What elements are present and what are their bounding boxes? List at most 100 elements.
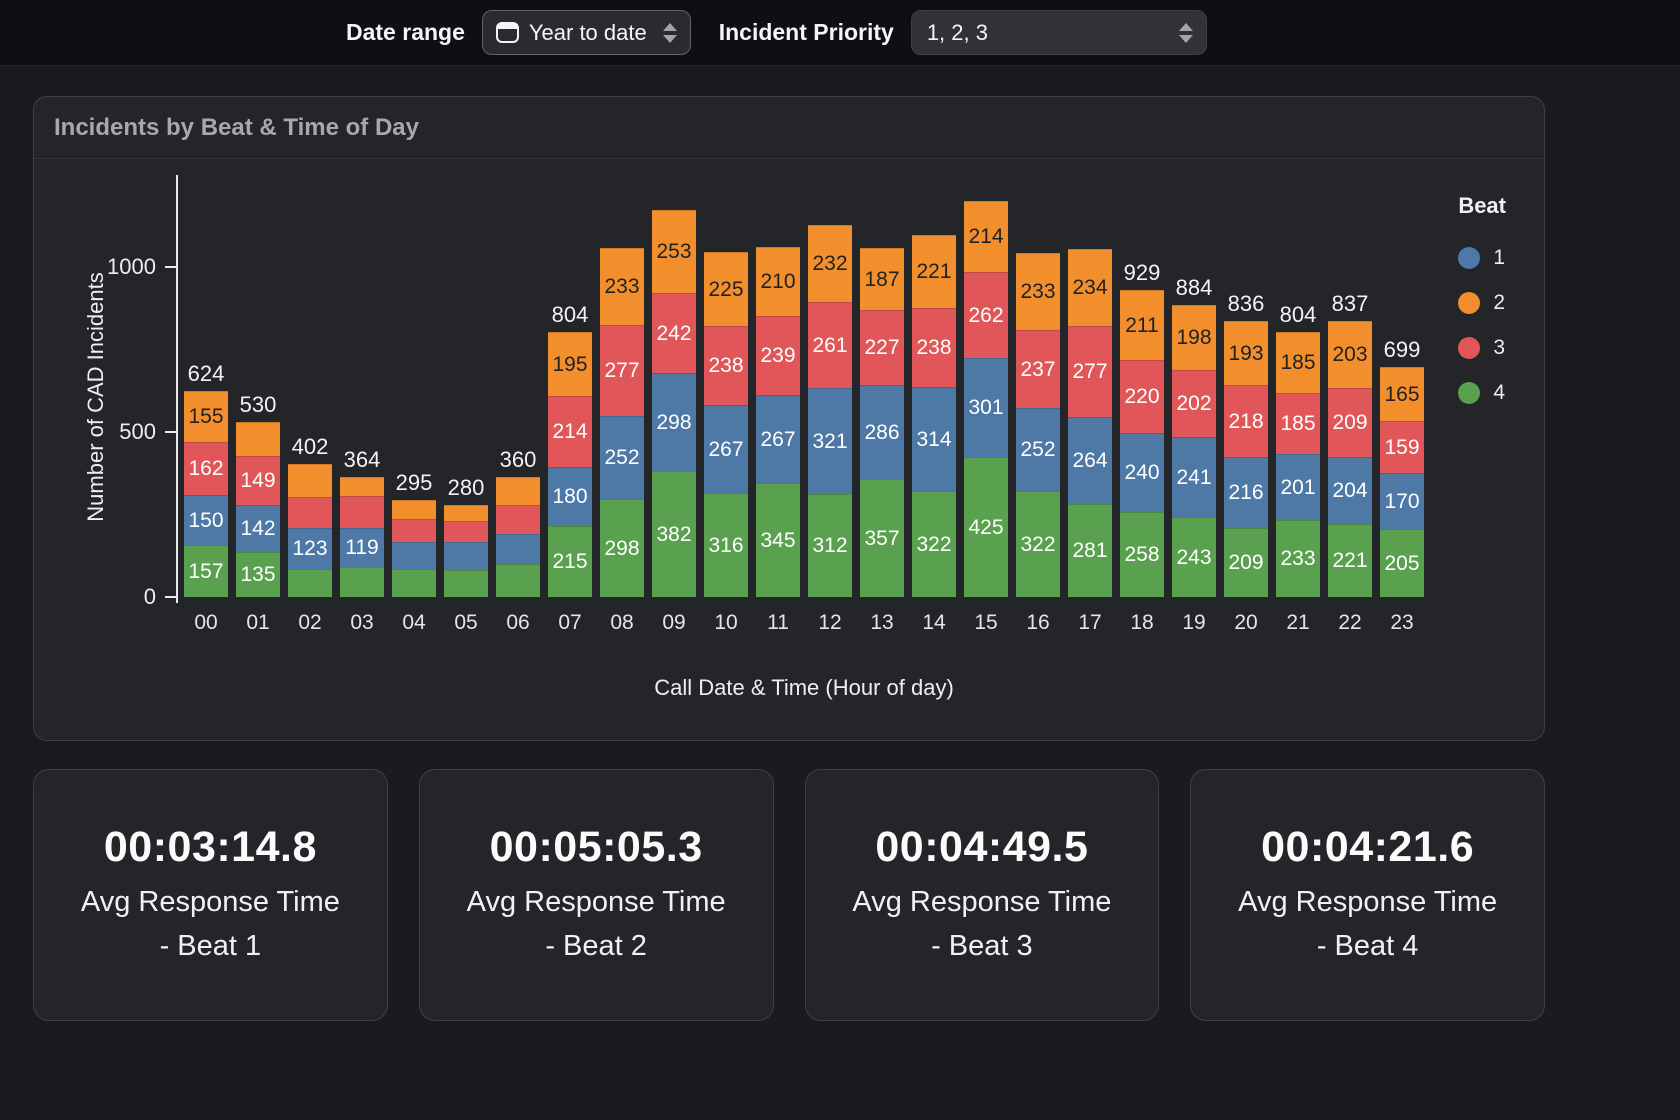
bar-segment-beat-2[interactable]: 210	[756, 247, 800, 316]
bar-segment-beat-1[interactable]: 201	[1276, 454, 1320, 520]
bar-segment-beat-2[interactable]: 185	[1276, 332, 1320, 393]
bar-segment-beat-2[interactable]	[444, 505, 488, 521]
bar-segment-beat-2[interactable]: 221	[912, 235, 956, 308]
bar-segment-beat-1[interactable]: 216	[1224, 457, 1268, 528]
bar-segment-beat-4[interactable]: 243	[1172, 517, 1216, 597]
bar-segment-beat-4[interactable]: 215	[548, 526, 592, 597]
bar-segment-beat-1[interactable]: 119	[340, 528, 384, 567]
bar-segment-beat-2[interactable]: 165	[1380, 367, 1424, 421]
bar-segment-beat-3[interactable]: 238	[912, 308, 956, 387]
bar-segment-beat-2[interactable]	[340, 477, 384, 496]
bar-segment-beat-1[interactable]	[496, 534, 540, 564]
legend-item-beat-2[interactable]: 2	[1458, 280, 1506, 325]
bar-segment-beat-2[interactable]: 195	[548, 332, 592, 396]
bar-segment-beat-3[interactable]: 227	[860, 310, 904, 385]
bar-segment-beat-1[interactable]: 180	[548, 467, 592, 526]
bar-segment-beat-1[interactable]: 252	[600, 416, 644, 499]
bar-segment-beat-2[interactable]: 233	[1016, 253, 1060, 330]
legend-item-beat-3[interactable]: 3	[1458, 325, 1506, 370]
bar-segment-beat-3[interactable]: 214	[548, 396, 592, 467]
bar-segment-beat-2[interactable]	[236, 422, 280, 456]
bar-segment-beat-4[interactable]: 209	[1224, 528, 1268, 597]
bar-segment-beat-4[interactable]: 221	[1328, 524, 1372, 597]
bar-segment-beat-1[interactable]: 241	[1172, 437, 1216, 517]
bar-segment-beat-1[interactable]: 170	[1380, 473, 1424, 529]
bar-segment-beat-2[interactable]: 198	[1172, 305, 1216, 370]
bar-segment-beat-4[interactable]: 157	[184, 545, 228, 597]
bar-segment-beat-1[interactable]: 252	[1016, 408, 1060, 491]
bar-segment-beat-3[interactable]	[288, 497, 332, 528]
bar-segment-beat-3[interactable]: 261	[808, 302, 852, 388]
bar-segment-beat-1[interactable]: 267	[756, 395, 800, 483]
bar-segment-beat-3[interactable]: 162	[184, 442, 228, 495]
bar-segment-beat-3[interactable]: 185	[1276, 393, 1320, 454]
bar-segment-beat-3[interactable]: 218	[1224, 385, 1268, 457]
bar-segment-beat-3[interactable]: 262	[964, 272, 1008, 358]
bar-segment-beat-2[interactable]: 214	[964, 201, 1008, 272]
bar-segment-beat-2[interactable]: 233	[600, 248, 644, 325]
bar-segment-beat-2[interactable]: 203	[1328, 321, 1372, 388]
bar-segment-beat-4[interactable]: 382	[652, 471, 696, 597]
bar-segment-beat-2[interactable]: 187	[860, 248, 904, 310]
bar-segment-beat-4[interactable]: 425	[964, 457, 1008, 597]
bar-segment-beat-1[interactable]	[444, 542, 488, 570]
bar-segment-beat-4[interactable]: 322	[1016, 491, 1060, 597]
legend-item-beat-4[interactable]: 4	[1458, 370, 1506, 415]
incident-priority-select[interactable]: 1, 2, 3	[911, 10, 1207, 55]
bar-segment-beat-2[interactable]	[288, 464, 332, 497]
bar-segment-beat-3[interactable]: 242	[652, 293, 696, 373]
bar-segment-beat-3[interactable]: 159	[1380, 421, 1424, 473]
bar-segment-beat-4[interactable]: 281	[1068, 504, 1112, 597]
bar-segment-beat-3[interactable]: 239	[756, 316, 800, 395]
bar-segment-beat-3[interactable]: 220	[1120, 360, 1164, 433]
bar-segment-beat-1[interactable]: 142	[236, 505, 280, 552]
bar-segment-beat-1[interactable]: 150	[184, 495, 228, 545]
bar-segment-beat-4[interactable]: 345	[756, 483, 800, 597]
bar-segment-beat-1[interactable]: 301	[964, 358, 1008, 457]
bar-segment-beat-4[interactable]: 322	[912, 491, 956, 597]
bar-segment-beat-3[interactable]: 277	[600, 325, 644, 416]
bar-segment-beat-2[interactable]	[496, 477, 540, 505]
bar-segment-beat-2[interactable]: 253	[652, 210, 696, 293]
bar-segment-beat-3[interactable]: 202	[1172, 370, 1216, 437]
bar-segment-beat-4[interactable]: 316	[704, 493, 748, 597]
bar-segment-beat-1[interactable]	[392, 542, 436, 569]
bar-segment-beat-4[interactable]	[392, 569, 436, 597]
bar-segment-beat-4[interactable]	[288, 569, 332, 597]
bar-segment-beat-1[interactable]: 204	[1328, 457, 1372, 524]
bar-segment-beat-1[interactable]: 264	[1068, 417, 1112, 504]
legend-item-beat-1[interactable]: 1	[1458, 235, 1506, 280]
bar-segment-beat-4[interactable]: 205	[1380, 529, 1424, 597]
bar-segment-beat-3[interactable]: 277	[1068, 326, 1112, 417]
bar-segment-beat-3[interactable]	[444, 521, 488, 542]
bar-segment-beat-2[interactable]: 232	[808, 225, 852, 302]
bar-segment-beat-4[interactable]: 233	[1276, 520, 1320, 597]
bar-segment-beat-1[interactable]: 240	[1120, 433, 1164, 512]
bar-segment-beat-2[interactable]: 155	[184, 391, 228, 442]
bar-segment-beat-4[interactable]: 258	[1120, 512, 1164, 597]
bar-segment-beat-1[interactable]: 298	[652, 373, 696, 471]
bar-segment-beat-2[interactable]: 225	[704, 252, 748, 326]
bar-segment-beat-4[interactable]: 298	[600, 499, 644, 597]
bar-segment-beat-4[interactable]	[340, 567, 384, 597]
bar-segment-beat-1[interactable]: 314	[912, 387, 956, 491]
bar-segment-beat-3[interactable]: 237	[1016, 330, 1060, 408]
bar-segment-beat-4[interactable]: 312	[808, 494, 852, 597]
bar-segment-beat-1[interactable]: 123	[288, 528, 332, 569]
bar-segment-beat-1[interactable]: 321	[808, 388, 852, 494]
date-range-select[interactable]: Year to date	[482, 10, 691, 55]
bar-segment-beat-3[interactable]: 149	[236, 456, 280, 505]
bar-segment-beat-3[interactable]	[340, 496, 384, 528]
bar-segment-beat-1[interactable]: 286	[860, 385, 904, 479]
bar-segment-beat-2[interactable]: 234	[1068, 249, 1112, 326]
bar-segment-beat-3[interactable]: 238	[704, 326, 748, 405]
bar-segment-beat-3[interactable]	[392, 519, 436, 542]
bar-segment-beat-4[interactable]	[444, 570, 488, 597]
bar-segment-beat-2[interactable]	[392, 500, 436, 519]
bar-segment-beat-2[interactable]: 211	[1120, 290, 1164, 360]
bar-segment-beat-4[interactable]: 135	[236, 552, 280, 597]
bar-segment-beat-4[interactable]: 357	[860, 479, 904, 597]
bar-segment-beat-4[interactable]	[496, 564, 540, 597]
bar-segment-beat-1[interactable]: 267	[704, 405, 748, 493]
bar-segment-beat-2[interactable]: 193	[1224, 321, 1268, 385]
